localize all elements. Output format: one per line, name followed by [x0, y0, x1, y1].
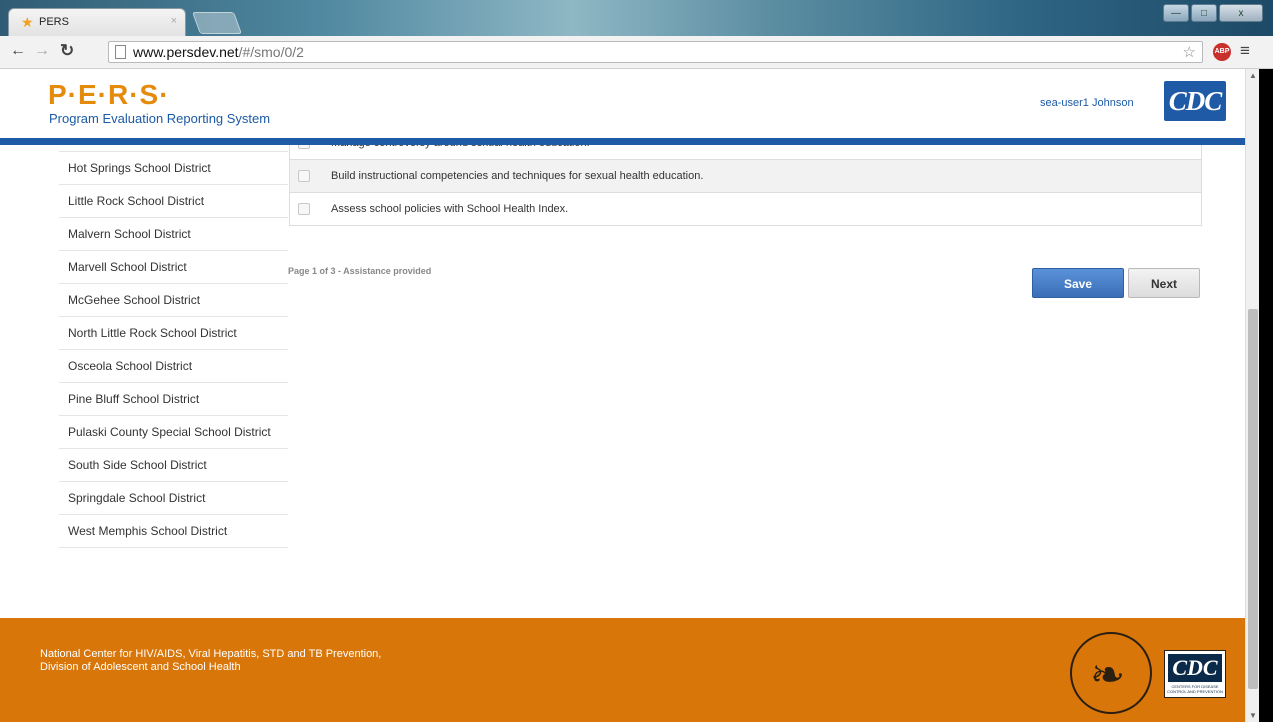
address-bar[interactable]: www.persdev.net/#/smo/0/2 ☆ — [108, 41, 1203, 63]
task-row: Assess school policies with School Healt… — [290, 193, 1201, 226]
cdc-footer-mark: CDC — [1168, 654, 1222, 682]
maximize-button[interactable]: □ — [1191, 4, 1217, 22]
close-window-button[interactable]: x — [1219, 4, 1263, 22]
pers-logo[interactable]: P·E·R·S· — [48, 79, 170, 111]
sidebar-item-district[interactable]: South Side School District — [59, 449, 288, 482]
favicon-star-icon: ★ — [21, 14, 34, 30]
menu-icon[interactable]: ≡ — [1240, 41, 1250, 61]
sidebar-item-district[interactable]: Osceola School District — [59, 350, 288, 383]
task-label: Build instructional competencies and tec… — [331, 170, 704, 182]
page-icon — [115, 45, 126, 59]
sidebar-item-district[interactable]: Pine Bluff School District — [59, 383, 288, 416]
save-button[interactable]: Save — [1032, 268, 1124, 298]
task-checkbox[interactable] — [298, 170, 310, 182]
sidebar-item-district[interactable]: Malvern School District — [59, 218, 288, 251]
sidebar-item-district[interactable]: North Little Rock School District — [59, 317, 288, 350]
logo-subtitle: Program Evaluation Reporting System — [49, 111, 271, 126]
tab-title: PERS — [39, 16, 69, 28]
sidebar-item-district[interactable]: West Memphis School District — [59, 515, 288, 548]
district-sidebar: Forrest City School District Hot Springs… — [59, 119, 288, 548]
url-host: www.persdev.net — [133, 44, 239, 60]
url-text: www.persdev.net/#/smo/0/2 — [133, 44, 304, 60]
tab-close-icon[interactable]: × — [171, 15, 177, 27]
scroll-down-arrow-icon[interactable]: ▼ — [1249, 711, 1257, 720]
page-indicator: Page 1 of 3 - Assistance provided — [288, 266, 432, 276]
new-tab-button[interactable] — [191, 12, 243, 34]
back-arrow-icon[interactable]: ← — [10, 42, 26, 60]
sidebar-item-district[interactable]: McGehee School District — [59, 284, 288, 317]
scroll-up-arrow-icon[interactable]: ▲ — [1249, 71, 1257, 80]
page-viewport: Forrest City School District Hot Springs… — [0, 69, 1245, 722]
sidebar-item-district[interactable]: Pulaski County Special School District — [59, 416, 288, 449]
minimize-button[interactable]: — — [1163, 4, 1189, 22]
forward-arrow-icon[interactable]: → — [34, 42, 50, 60]
sidebar-item-district[interactable]: Little Rock School District — [59, 185, 288, 218]
browser-toolbar: ← → ↻ www.persdev.net/#/smo/0/2 ☆ ABP ≡ — [0, 36, 1273, 69]
footer-line: National Center for HIV/AIDS, Viral Hepa… — [40, 648, 382, 660]
browser-tab[interactable]: ★ PERS × — [8, 8, 186, 36]
adblock-icon[interactable]: ABP — [1213, 43, 1231, 61]
scrollbar-thumb[interactable] — [1248, 309, 1258, 689]
next-button[interactable]: Next — [1128, 268, 1200, 298]
task-row: Build instructional competencies and tec… — [290, 160, 1201, 193]
browser-window: ★ PERS × — □ x ← → ↻ www.persdev.net/#/s… — [0, 0, 1273, 722]
title-bar: ★ PERS × — □ x — [0, 0, 1273, 36]
cdc-footer-tagline: CENTERS FOR DISEASE CONTROL AND PREVENTI… — [1167, 684, 1223, 694]
sidebar-item-district[interactable]: Springdale School District — [59, 482, 288, 515]
cdc-logo: CDC — [1164, 81, 1226, 121]
reload-icon[interactable]: ↻ — [60, 41, 74, 61]
user-name-link[interactable]: sea-user1 Johnson — [1040, 97, 1134, 109]
task-label: Assess school policies with School Healt… — [331, 203, 569, 215]
header-divider — [0, 138, 1245, 145]
vertical-scrollbar[interactable]: ▲ ▼ — [1245, 69, 1260, 722]
url-path: /#/smo/0/2 — [238, 44, 304, 60]
footer-text: National Center for HIV/AIDS, Viral Hepa… — [40, 648, 381, 674]
site-footer: National Center for HIV/AIDS, Viral Hepa… — [0, 618, 1245, 722]
window-controls: — □ x — [1163, 4, 1263, 22]
site-header: P·E·R·S· Program Evaluation Reporting Sy… — [0, 69, 1245, 138]
sidebar-item-district[interactable]: Hot Springs School District — [59, 152, 288, 185]
sidebar-item-district[interactable]: Marvell School District — [59, 251, 288, 284]
window-border — [1259, 69, 1273, 722]
bookmark-star-icon[interactable]: ☆ — [1183, 43, 1196, 61]
hhs-eagle-icon: ❧ — [1090, 651, 1126, 698]
cdc-footer-logo: CDC CENTERS FOR DISEASE CONTROL AND PREV… — [1164, 650, 1226, 698]
footer-line: Division of Adolescent and School Health — [40, 661, 241, 673]
task-checkbox[interactable] — [298, 203, 310, 215]
